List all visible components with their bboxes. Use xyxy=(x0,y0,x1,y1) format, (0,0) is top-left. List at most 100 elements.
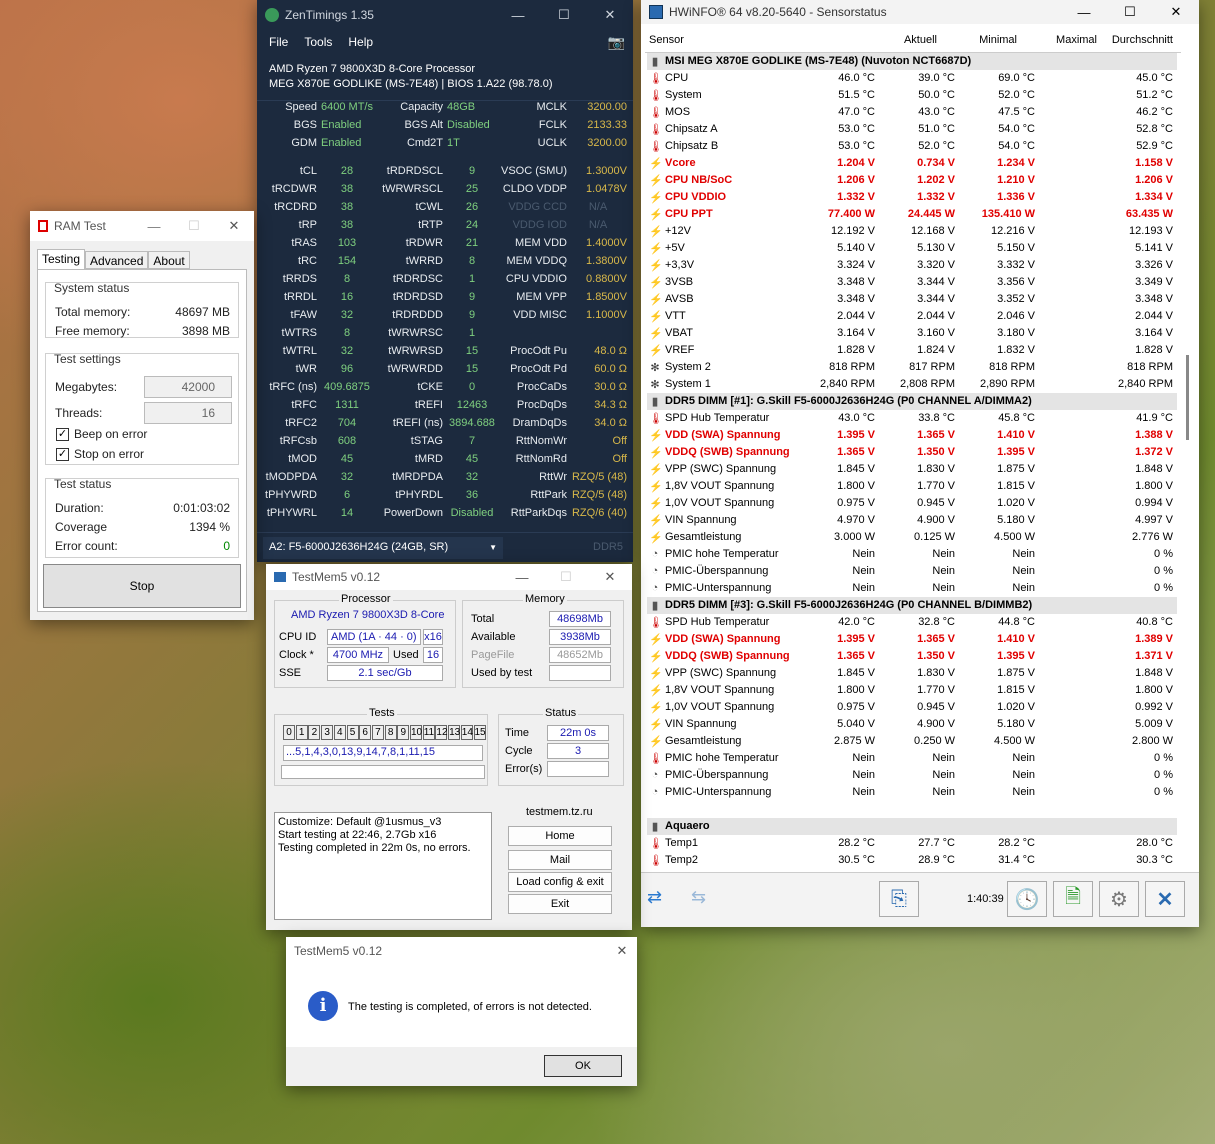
sensor-row[interactable]: ⚡ VBAT 3.164 V 3.160 V 3.180 V 3.164 V xyxy=(647,325,1177,342)
col-max[interactable]: Maximal xyxy=(1056,34,1097,46)
sensor-row[interactable]: ⚡ Gesamtleistung 3.000 W 0.125 W 4.500 W 2.77… xyxy=(647,529,1177,546)
network-icon[interactable]: ⎘ xyxy=(879,881,919,917)
stop-on-error-checkbox[interactable]: ✓ xyxy=(56,448,69,461)
sensor-row[interactable]: ✻ System 2 818 RPM 817 RPM 818 RPM 818 RPM xyxy=(647,359,1177,376)
minimize-button[interactable]: — xyxy=(1061,0,1107,24)
camera-icon[interactable]: 📷 xyxy=(608,34,625,51)
col-current[interactable]: Aktuell xyxy=(904,34,937,46)
sensor-row[interactable]: ◔ PMIC-Unterspannung Nein Nein Nein 0 % xyxy=(647,784,1177,801)
ramtest-titlebar[interactable]: RAM Test — ☐ ✕ xyxy=(30,211,254,241)
log-box[interactable]: Customize: Default @1usmus_v3 Start test… xyxy=(274,812,492,920)
sensor-row[interactable]: ⚡ 1,0V VOUT Spannung 0.975 V 0.945 V 1.020 V… xyxy=(647,699,1177,716)
sensor-name: PMIC-Unterspannung xyxy=(665,582,772,594)
sensor-row[interactable]: 🌡 PMIC hohe Temperatur Nein Nein Nein 0 % xyxy=(647,750,1177,767)
sensor-row[interactable]: ⚡ VDD (SWA) Spannung 1.395 V 1.365 V 1.410 V… xyxy=(647,631,1177,648)
sensor-row[interactable]: ◔ PMIC-Überspannung Nein Nein Nein 0 % xyxy=(647,767,1177,784)
sensor-row[interactable]: ⚡ VREF 1.828 V 1.824 V 1.832 V 1.828 V xyxy=(647,342,1177,359)
sensor-group-header[interactable]: ▮ DDR5 DIMM [#1]: G.Skill F5-6000J2636H24… xyxy=(647,393,1177,410)
sensor-row[interactable]: ⚡ VDDQ (SWB) Spannung 1.365 V 1.350 V 1.395 … xyxy=(647,444,1177,461)
dimm-select[interactable]: A2: F5-6000J2636H24G (24GB, SR) ▼ xyxy=(263,537,503,559)
megabytes-input[interactable]: 42000 xyxy=(144,376,232,398)
close-button[interactable]: ✕ xyxy=(214,211,254,241)
exit-button[interactable]: Exit xyxy=(508,894,612,914)
sensor-row[interactable]: ⚡ VPP (SWC) Spannung 1.845 V 1.830 V 1.875 V… xyxy=(647,461,1177,478)
sensor-row[interactable]: ⚡ Gesamtleistung 2.875 W 0.250 W 4.500 W 2.80… xyxy=(647,733,1177,750)
maximize-button[interactable]: ☐ xyxy=(174,211,214,241)
sensor-row[interactable]: 🌡 Chipsatz B 53.0 °C 52.0 °C 54.0 °C 52.9 °C xyxy=(647,138,1177,155)
close-x-icon[interactable]: ✕ xyxy=(1145,881,1185,917)
menu-tools[interactable]: Tools xyxy=(304,35,332,49)
sensor-row[interactable]: ⚡ +3,3V 3.324 V 3.320 V 3.332 V 3.326 V xyxy=(647,257,1177,274)
mail-button[interactable]: Mail xyxy=(508,850,612,870)
stop-button[interactable]: Stop xyxy=(43,564,241,608)
hwinfo-titlebar[interactable]: HWiNFO® 64 v8.20-5640 - Sensorstatus — ☐… xyxy=(641,0,1199,24)
sensor-row[interactable]: ⚡ VDDQ (SWB) Spannung 1.365 V 1.350 V 1.395 … xyxy=(647,648,1177,665)
sensor-group-header[interactable]: ▮ DDR5 DIMM [#3]: G.Skill F5-6000J2636H24… xyxy=(647,597,1177,614)
sensor-row[interactable]: ⚡ 1,0V VOUT Spannung 0.975 V 0.945 V 1.020 V… xyxy=(647,495,1177,512)
sensor-row[interactable]: 🌡 SPD Hub Temperatur 42.0 °C 32.8 °C 44.8 °C… xyxy=(647,614,1177,631)
sensor-row[interactable]: 🌡 Temp2 30.5 °C 28.9 °C 31.4 °C 30.3 °C xyxy=(647,852,1177,869)
value-avg: 1.372 V xyxy=(1135,446,1173,458)
sensor-row[interactable]: ⚡ CPU VDDIO 1.332 V 1.332 V 1.336 V 1.334 V xyxy=(647,189,1177,206)
sensor-row[interactable]: 🌡 SPD Hub Temperatur 43.0 °C 33.8 °C 45.8 °C… xyxy=(647,410,1177,427)
settings-gear-icon[interactable]: ⚙ xyxy=(1099,881,1139,917)
minimize-button[interactable]: — xyxy=(495,0,541,30)
sensor-row[interactable]: ⚡ 3VSB 3.348 V 3.344 V 3.356 V 3.349 V xyxy=(647,274,1177,291)
tab-about[interactable]: About xyxy=(148,251,190,269)
collapse-arrows-icon[interactable]: ⇆ xyxy=(691,887,706,908)
nav-arrows-icon[interactable]: ⇄ xyxy=(647,887,662,908)
tab-testing[interactable]: Testing xyxy=(37,249,86,269)
sensor-row[interactable]: ⚡ +5V 5.140 V 5.130 V 5.150 V 5.141 V xyxy=(647,240,1177,257)
minimize-button[interactable]: — xyxy=(134,211,174,241)
sensor-row[interactable]: ⚡ +12V 12.192 V 12.168 V 12.216 V 12.193 V xyxy=(647,223,1177,240)
dialog-titlebar[interactable]: TestMem5 v0.12 ✕ xyxy=(286,937,637,965)
sensor-row[interactable]: 🌡 Chipsatz A 53.0 °C 51.0 °C 54.0 °C 52.8 °C xyxy=(647,121,1177,138)
sensor-row[interactable]: ◔ PMIC hohe Temperatur Nein Nein Nein 0 % xyxy=(647,546,1177,563)
close-button[interactable]: ✕ xyxy=(1153,0,1199,24)
close-button[interactable]: ✕ xyxy=(607,937,637,965)
sensor-row[interactable]: ⚡ VIN Spannung 4.970 V 4.900 V 5.180 V 4.997 … xyxy=(647,512,1177,529)
load-config-button[interactable]: Load config & exit xyxy=(508,872,612,892)
minimize-button[interactable]: — xyxy=(500,564,544,590)
sensor-row[interactable]: 🌡 Temp1 28.2 °C 27.7 °C 28.2 °C 28.0 °C xyxy=(647,835,1177,852)
scrollbar[interactable] xyxy=(1186,355,1189,440)
sensor-group-header[interactable]: ▮ Aquaero xyxy=(647,818,1177,835)
menu-file[interactable]: File xyxy=(269,35,288,49)
beep-checkbox[interactable]: ✓ xyxy=(56,428,69,441)
sensor-row[interactable]: ⚡ VIN Spannung 5.040 V 4.900 V 5.180 V 5.009 … xyxy=(647,716,1177,733)
timing-label: tRAS xyxy=(291,237,317,249)
tab-advanced[interactable]: Advanced xyxy=(85,251,149,269)
ok-button[interactable]: OK xyxy=(544,1055,622,1077)
sensor-row[interactable]: 🌡 System 51.5 °C 50.0 °C 52.0 °C 51.2 °C xyxy=(647,87,1177,104)
close-button[interactable]: ✕ xyxy=(588,564,632,590)
report-icon[interactable]: 🗎 xyxy=(1053,881,1093,917)
maximize-button[interactable]: ☐ xyxy=(541,0,587,30)
sensor-row[interactable]: ⚡ CPU PPT 77.400 W 24.445 W 135.410 W 63.435 … xyxy=(647,206,1177,223)
sensor-row[interactable]: ⚡ VDD (SWA) Spannung 1.395 V 1.365 V 1.410 V… xyxy=(647,427,1177,444)
col-sensor[interactable]: Sensor xyxy=(649,34,684,46)
sensor-row[interactable]: ⚡ 1,8V VOUT Spannung 1.800 V 1.770 V 1.815 V… xyxy=(647,682,1177,699)
zentimings-titlebar[interactable]: ZenTimings 1.35 — ☐ ✕ xyxy=(257,0,633,30)
sensor-row[interactable]: ⚡ CPU NB/SoC 1.206 V 1.202 V 1.210 V 1.206 V xyxy=(647,172,1177,189)
clock-icon[interactable]: 🕓 xyxy=(1007,881,1047,917)
maximize-button[interactable]: ☐ xyxy=(1107,0,1153,24)
sensor-row[interactable]: 🌡 MOS 47.0 °C 43.0 °C 47.5 °C 46.2 °C xyxy=(647,104,1177,121)
home-button[interactable]: Home xyxy=(508,826,612,846)
maximize-button[interactable]: ☐ xyxy=(544,564,588,590)
col-avg[interactable]: Durchschnitt xyxy=(1112,34,1173,46)
sensor-row[interactable]: ⚡ Vcore 1.204 V 0.734 V 1.234 V 1.158 V xyxy=(647,155,1177,172)
menu-help[interactable]: Help xyxy=(348,35,373,49)
sensor-row[interactable]: 🌡 CPU 46.0 °C 39.0 °C 69.0 °C 45.0 °C xyxy=(647,70,1177,87)
testmem5-titlebar[interactable]: TestMem5 v0.12 — ☐ ✕ xyxy=(266,564,632,590)
col-min[interactable]: Minimal xyxy=(979,34,1017,46)
sensor-row[interactable]: ⚡ VTT 2.044 V 2.044 V 2.046 V 2.044 V xyxy=(647,308,1177,325)
close-button[interactable]: ✕ xyxy=(587,0,633,30)
sensor-row[interactable]: ◔ PMIC-Überspannung Nein Nein Nein 0 % xyxy=(647,563,1177,580)
sensor-row[interactable]: ◔ PMIC-Unterspannung Nein Nein Nein 0 % xyxy=(647,580,1177,597)
sensor-row[interactable]: ⚡ VPP (SWC) Spannung 1.845 V 1.830 V 1.875 V… xyxy=(647,665,1177,682)
threads-input[interactable]: 16 xyxy=(144,402,232,424)
sensor-row[interactable]: ⚡ 1,8V VOUT Spannung 1.800 V 1.770 V 1.815 V… xyxy=(647,478,1177,495)
sensor-group-header[interactable]: ▮ MSI MEG X870E GODLIKE (MS-7E48) (Nuvoto… xyxy=(647,53,1177,70)
sensor-row[interactable]: ✻ System 1 2,840 RPM 2,808 RPM 2,890 RPM 2,84… xyxy=(647,376,1177,393)
sensor-row[interactable]: ⚡ AVSB 3.348 V 3.344 V 3.352 V 3.348 V xyxy=(647,291,1177,308)
